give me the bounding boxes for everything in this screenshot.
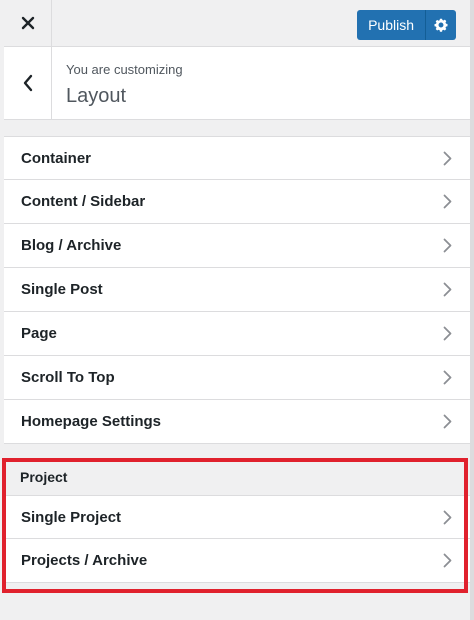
publish-button-group: Publish — [357, 10, 456, 40]
section-label: Content / Sidebar — [21, 193, 146, 210]
section-projects-archive[interactable]: Projects / Archive — [4, 539, 470, 583]
publish-button[interactable]: Publish — [357, 10, 425, 40]
chevron-right-icon — [443, 370, 452, 385]
section-label: Single Project — [21, 508, 122, 526]
section-homepage-settings[interactable]: Homepage Settings — [4, 400, 470, 444]
section-content-sidebar[interactable]: Content / Sidebar — [4, 180, 470, 224]
chevron-right-icon — [443, 510, 452, 524]
page-edge — [470, 0, 474, 620]
chevron-right-icon — [443, 282, 452, 297]
section-label: Blog / Archive — [21, 237, 122, 254]
section-single-project[interactable]: Single Project — [4, 495, 470, 539]
section-label: Page — [21, 325, 57, 342]
chevron-right-icon — [443, 326, 452, 341]
section-blog-archive[interactable]: Blog / Archive — [4, 224, 470, 268]
chevron-right-icon — [443, 553, 452, 568]
chevron-right-icon — [443, 194, 452, 209]
customizer-toolbar: Publish — [4, 0, 470, 47]
close-icon — [21, 16, 34, 30]
section-label: Projects / Archive — [21, 552, 148, 569]
section-list: Container Content / Sidebar Blog / Archi… — [4, 136, 470, 444]
project-group-heading: Project — [4, 460, 470, 494]
publish-settings-button[interactable] — [425, 10, 456, 40]
section-label: Scroll To Top — [21, 369, 115, 386]
chevron-left-icon — [23, 74, 32, 92]
section-single-post[interactable]: Single Post — [4, 268, 470, 312]
chevron-right-icon — [443, 151, 452, 165]
chevron-right-icon — [443, 414, 452, 429]
back-button[interactable] — [4, 47, 52, 119]
section-scroll-to-top[interactable]: Scroll To Top — [4, 356, 470, 400]
close-button[interactable] — [4, 0, 52, 46]
gear-icon — [434, 18, 448, 32]
section-label: Single Post — [21, 281, 103, 298]
section-page[interactable]: Page — [4, 312, 470, 356]
section-label: Homepage Settings — [21, 413, 162, 430]
chevron-right-icon — [443, 238, 452, 253]
panel-title: Layout — [66, 85, 127, 107]
project-section-list: Single Project Projects / Archive — [4, 495, 470, 583]
panel-header: You are customizing Layout — [4, 47, 470, 120]
section-label: Container — [21, 149, 92, 167]
section-container[interactable]: Container — [4, 136, 470, 180]
customizing-label: You are customizing — [66, 62, 183, 77]
